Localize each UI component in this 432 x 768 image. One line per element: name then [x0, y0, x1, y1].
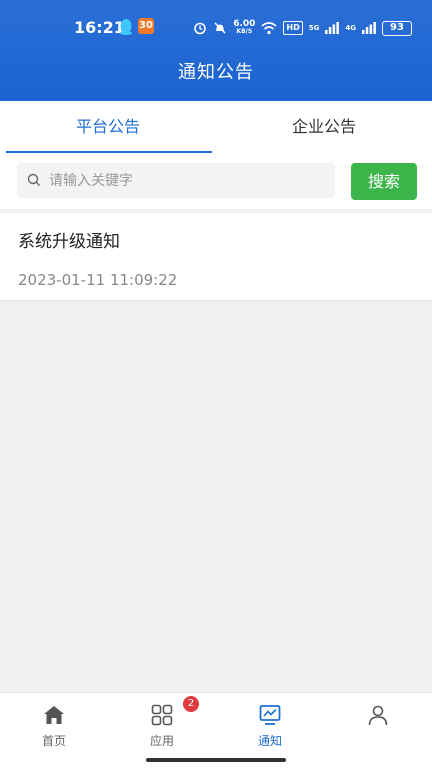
wifi-icon — [261, 22, 277, 35]
notice-time: 2023-01-11 11:09:22 — [18, 271, 178, 289]
nav-label-apps: 应用 — [149, 734, 174, 748]
notice-item[interactable]: 系统升级通知 2023-01-11 11:09:22 — [0, 213, 432, 301]
nav-item-apps[interactable]: 2 应用 — [108, 693, 216, 753]
battery-icon: 93 — [382, 20, 412, 36]
home-indicator[interactable] — [146, 758, 286, 762]
nav-item-home[interactable]: 首页 — [0, 693, 108, 753]
tab-bar: 平台公告 企业公告 — [0, 101, 432, 153]
signal-icon — [325, 22, 340, 34]
apps-badge: 2 — [183, 696, 199, 712]
nav-item-notices[interactable]: 通知 — [216, 693, 324, 753]
nav-label-notices: 通知 — [257, 734, 282, 748]
apps-icon — [151, 704, 173, 726]
tab-platform-notices[interactable]: 平台公告 — [0, 101, 216, 153]
nav-label-home: 首页 — [41, 734, 66, 748]
status-icons: 6.00 KB/S HD 5G 4G 93 — [193, 16, 412, 40]
search-input[interactable] — [47, 163, 327, 198]
network-speed: 6.00 KB/S — [233, 20, 255, 36]
search-button[interactable]: 搜索 — [351, 163, 417, 200]
status-bar: 16:21 30 6.00 KB/S HD 5G 4G 93 — [0, 12, 432, 44]
qq-icon — [120, 19, 132, 35]
search-box — [17, 163, 335, 198]
network-4g-label: 4G — [345, 24, 356, 32]
alarm-icon — [194, 22, 206, 35]
signal-icon — [362, 22, 376, 34]
notice-list: 系统升级通知 2023-01-11 11:09:22 — [0, 213, 432, 301]
network-5g-label: 5G — [308, 24, 320, 32]
nav-item-profile[interactable]: 我的 — [324, 693, 432, 753]
header-bar: 16:21 30 6.00 KB/S HD 5G 4G 93 通知公告 — [0, 0, 432, 101]
network-speed-unit: KB/S — [236, 28, 253, 35]
notice-title: 系统升级通知 — [18, 232, 120, 252]
bottom-nav: 首页 2 应用 通知 我的 — [0, 692, 432, 768]
search-bar: 搜索 — [0, 153, 432, 209]
tab-enterprise-notices[interactable]: 企业公告 — [216, 101, 432, 153]
search-icon — [27, 173, 40, 186]
user-icon — [368, 705, 388, 726]
app-notification-icon: 30 — [138, 18, 154, 34]
page-title: 通知公告 — [178, 62, 254, 83]
hd-icon: HD — [283, 21, 303, 35]
home-icon — [44, 706, 64, 724]
notice-icon — [259, 705, 281, 725]
mute-icon — [214, 22, 226, 34]
